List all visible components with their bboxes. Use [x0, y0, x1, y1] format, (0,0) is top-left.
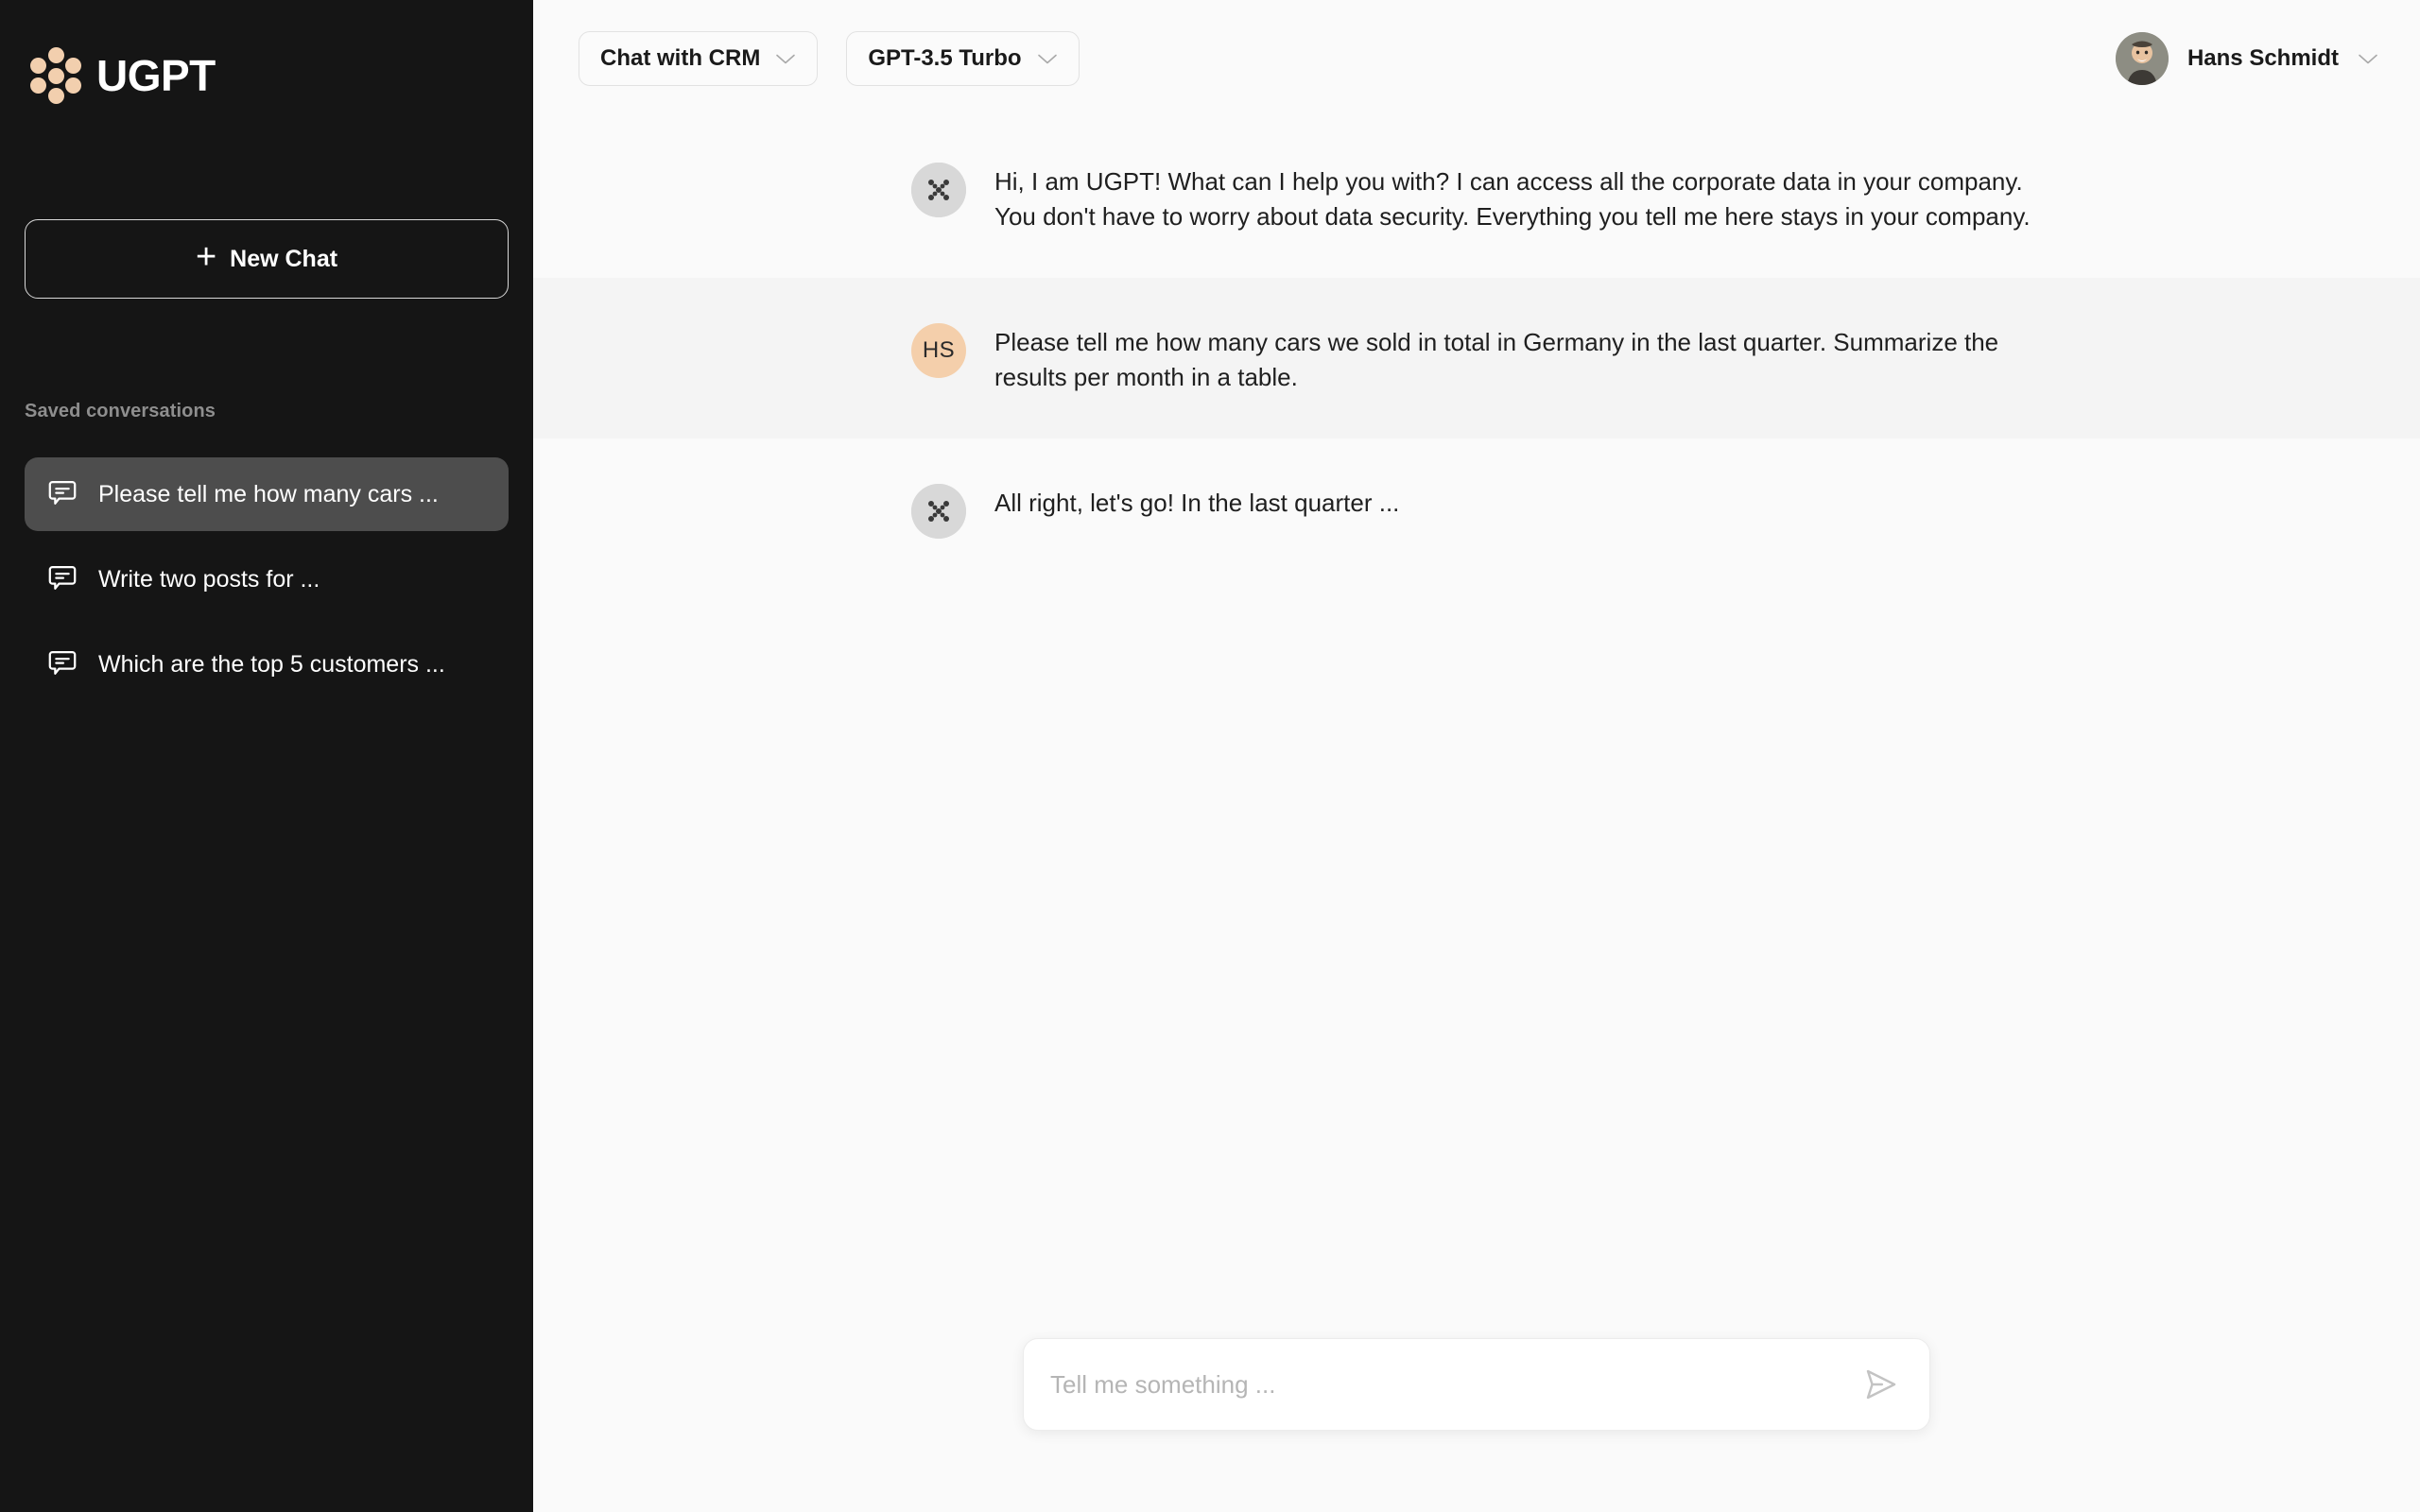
sidebar-conversation-label: Which are the top 5 customers ...: [98, 650, 445, 678]
chat-bubble-icon: [48, 480, 77, 505]
chevron-down-icon: [2359, 54, 2377, 63]
composer-container: [533, 1338, 2420, 1431]
bot-avatar: [911, 483, 966, 539]
bot-avatar: [911, 163, 966, 217]
message-text: Hi, I am UGPT! What can I help you with?…: [994, 167, 2031, 231]
brand-logo[interactable]: UGPT: [0, 0, 533, 115]
message-text: Please tell me how many cars we sold in …: [994, 327, 1999, 391]
source-selector-label: Chat with CRM: [600, 45, 761, 71]
chat-bubble-icon: [48, 650, 77, 675]
user-photo-avatar-icon: [2115, 32, 2169, 85]
user-initials-avatar: HS: [911, 322, 966, 378]
sidebar-conversation-item-2[interactable]: Write two posts for ...: [25, 542, 509, 616]
sidebar-conversation-label: Please tell me how many cars ...: [98, 480, 439, 507]
saved-conversations-heading: Saved conversations: [25, 401, 216, 421]
message-input[interactable]: [1050, 1369, 1861, 1400]
chat-bubble-icon: [48, 565, 77, 590]
chevron-down-icon: [776, 54, 796, 63]
top-bar: Chat with CRM GPT-3.5 Turbo Hans Schmidt: [533, 0, 2420, 117]
avatar: [2115, 32, 2169, 85]
main-panel: Chat with CRM GPT-3.5 Turbo Hans Schmidt…: [533, 0, 2420, 1512]
ugpt-x-dots-icon: [911, 483, 966, 539]
ugpt-dots-logo-icon: [26, 46, 85, 105]
brand-name: UGPT: [96, 51, 216, 100]
sidebar-conversation-item-3[interactable]: Which are the top 5 customers ...: [25, 627, 509, 701]
message-list: Hi, I am UGPT! What can I help you with?…: [533, 117, 2420, 1512]
sidebar: UGPT + New Chat Saved conversations Plea…: [0, 0, 533, 1512]
sidebar-conversation-label: Write two posts for ...: [98, 565, 320, 593]
avatar-initials: HS: [922, 336, 956, 363]
plus-icon: +: [195, 237, 217, 277]
message-row-bot: Hi, I am UGPT! What can I help you with?…: [533, 117, 2420, 278]
app-root: UGPT + New Chat Saved conversations Plea…: [0, 0, 2420, 1512]
message-row-user: HS Please tell me how many cars we sold …: [533, 277, 2420, 438]
new-chat-button[interactable]: + New Chat: [25, 219, 509, 299]
source-selector-dropdown[interactable]: Chat with CRM: [579, 31, 819, 86]
model-selector-dropdown[interactable]: GPT-3.5 Turbo: [846, 31, 1080, 86]
send-paper-plane-icon[interactable]: [1861, 1365, 1901, 1404]
user-menu[interactable]: Hans Schmidt: [2115, 32, 2378, 85]
message-text: All right, let's go! In the last quarter…: [994, 488, 1400, 517]
chevron-down-icon: [1037, 54, 1057, 63]
new-chat-label: New Chat: [230, 245, 338, 272]
message-row-bot: All right, let's go! In the last quarter…: [533, 438, 2420, 582]
model-selector-label: GPT-3.5 Turbo: [868, 45, 1022, 71]
composer[interactable]: [1023, 1338, 1930, 1431]
saved-conversations-list: Please tell me how many cars ... Write t…: [25, 457, 509, 713]
sidebar-conversation-item-1[interactable]: Please tell me how many cars ...: [25, 457, 509, 531]
ugpt-x-dots-icon: [911, 163, 966, 217]
user-name-label: Hans Schmidt: [2187, 45, 2339, 71]
